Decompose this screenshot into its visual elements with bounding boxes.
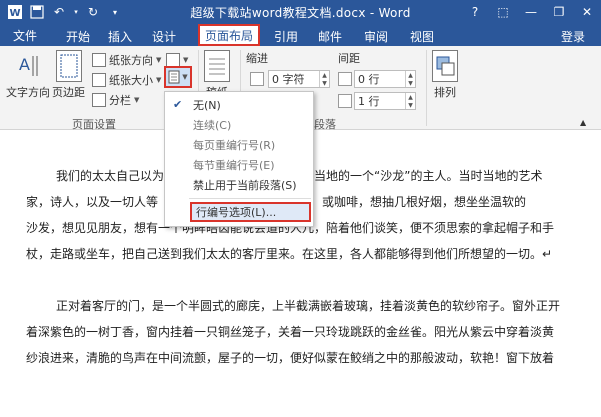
indent-label: 缩进	[246, 52, 268, 65]
spin-arrows[interactable]: ▲ ▼	[405, 93, 415, 109]
margins-icon	[55, 50, 82, 82]
columns-button[interactable]: 分栏 ▼	[92, 92, 139, 108]
line-numbering-options-item[interactable]: 行编号选项(L)...	[190, 202, 311, 222]
menu-item-label: 无(N)	[193, 99, 221, 112]
window-controls: ? ⬚ — ❐ ✕	[461, 0, 601, 24]
tab-file[interactable]: 文件	[0, 24, 50, 46]
menu-item-restart-each-section: 每节重编行号(E)	[165, 156, 313, 174]
paper-size-icon	[92, 73, 106, 87]
tab-review[interactable]: 审阅	[358, 26, 394, 46]
close-button[interactable]: ✕	[573, 0, 601, 24]
menu-divider	[189, 198, 311, 199]
orientation-label: 纸张方向	[109, 54, 153, 67]
spacing-label: 间距	[338, 52, 360, 65]
breaks-icon	[166, 53, 180, 67]
tab-home[interactable]: 开始	[60, 26, 96, 46]
chevron-down-icon: ▼	[134, 96, 140, 104]
chevron-down-icon: ▼	[182, 73, 188, 81]
indent-left-field[interactable]: 0 字符 ▲ ▼	[268, 70, 330, 88]
tab-mailings[interactable]: 邮件	[312, 26, 348, 46]
text-direction-button[interactable]: A 文字方向	[6, 50, 50, 100]
margins-button[interactable]: 页边距	[52, 50, 85, 100]
tab-view[interactable]: 视图	[404, 26, 440, 46]
menu-item-label: 每节重编行号(E)	[193, 159, 275, 172]
doc-line: 着深紫色的一树丁香，窗内挂着一只铜丝笼子，关着一只玲珑跳跃的金丝雀。阳光从紫云中…	[26, 325, 555, 339]
paragraph-1: 我们的太太自己以为 时当地的一个“沙龙”的主人。当时当地的艺术 家，诗人，以及一切…	[26, 163, 586, 267]
group-divider	[426, 50, 427, 126]
text-direction-label: 文字方向	[6, 86, 50, 99]
chevron-down-icon: ▼	[183, 56, 189, 64]
line-numbers-menu: ✔ 无(N) 连续(C) 每页重编行号(R) 每节重编行号(E) 禁止用于当前段…	[164, 91, 314, 227]
restore-button[interactable]: ❐	[545, 0, 573, 24]
paragraph-group-label: 段落	[314, 118, 336, 131]
login-link[interactable]: 登录	[561, 28, 585, 45]
menu-item-none[interactable]: ✔ 无(N)	[165, 96, 313, 114]
menu-item-continuous: 连续(C)	[165, 116, 313, 134]
tab-page-layout[interactable]: 页面布局	[198, 24, 260, 46]
svg-text:A: A	[19, 55, 30, 74]
paragraph-2: 正对着客厅的门，是一个半圆式的廊庑，上半截满嵌着玻璃，挂着淡黄色的软纱帘子。窗外…	[26, 293, 586, 371]
tab-references[interactable]: 引用	[268, 26, 304, 46]
text-direction-icon: A	[15, 50, 41, 82]
menu-item-label: 禁止用于当前段落(S)	[193, 179, 297, 192]
size-label: 纸张大小	[109, 74, 153, 87]
spacing-before-icon	[338, 72, 352, 86]
spacing-after-field[interactable]: 1 行 ▲ ▼	[354, 92, 416, 110]
size-button[interactable]: 纸张大小 ▼	[92, 72, 161, 88]
ribbon-tabs: 文件 开始 插入 设计 页面布局 引用 邮件 审阅 视图 登录	[0, 24, 601, 46]
indent-left-value: 0 字符	[272, 73, 305, 86]
check-icon: ✔	[173, 98, 183, 111]
help-icon[interactable]: ?	[461, 0, 489, 24]
doc-line: 杖，走路或坐车，把自己送到我们太太的客厅里来。在这里，各人都能够得到他们所想望的…	[26, 247, 553, 261]
spacing-before-field[interactable]: 0 行 ▲ ▼	[354, 70, 416, 88]
margins-label: 页边距	[52, 86, 85, 99]
doc-line: 纱浪进来，清脆的鸟声在中间流颤，屋子的一切，便好似蒙在鲛绡之中的那般波动，软艳！…	[26, 351, 555, 365]
menu-item-label: 连续(C)	[193, 119, 232, 132]
indent-left-icon	[250, 72, 264, 86]
chevron-down-icon: ▼	[156, 56, 162, 64]
tab-insert[interactable]: 插入	[102, 26, 138, 46]
spacing-after-value: 1 行	[358, 95, 380, 108]
menu-item-restart-each-page: 每页重编行号(R)	[165, 136, 313, 154]
ribbon-display-icon[interactable]: ⬚	[489, 0, 517, 24]
chevron-up-icon: ▲	[580, 117, 587, 127]
title-bar: W ↶ ▾ ↻ ▾ 超级下载站word教程文档.docx - Word ? ⬚ …	[0, 0, 601, 24]
doc-line: 我们的太太自己以为 时当地的一个“沙龙”的主人。当时当地的艺术	[56, 169, 543, 183]
spin-arrows[interactable]: ▲ ▼	[319, 71, 329, 87]
columns-icon	[92, 93, 106, 107]
orientation-button[interactable]: 纸张方向 ▼	[92, 52, 161, 68]
minimize-button[interactable]: —	[517, 0, 545, 24]
chevron-down-icon: ▼	[156, 76, 162, 84]
doc-line: 正对着客厅的门，是一个半圆式的廊庑，上半截满嵌着玻璃，挂着淡黄色的软纱帘子。窗外…	[56, 299, 561, 313]
columns-label: 分栏	[109, 94, 131, 107]
spin-arrows[interactable]: ▲ ▼	[405, 71, 415, 87]
orientation-icon	[92, 53, 106, 67]
line-numbers-button[interactable]: ▼	[164, 66, 192, 88]
tab-design[interactable]: 设计	[144, 26, 184, 46]
menu-item-label: 每页重编行号(R)	[193, 139, 276, 152]
page-setup-group-label: 页面设置	[72, 118, 116, 131]
manuscript-icon	[204, 50, 230, 82]
spacing-after-icon	[338, 94, 352, 108]
spacing-before-value: 0 行	[358, 73, 380, 86]
collapse-ribbon-button[interactable]: ▲	[580, 114, 586, 130]
line-numbers-icon	[168, 70, 180, 84]
arrange-button[interactable]: 排列	[432, 50, 458, 100]
arrange-icon	[432, 50, 458, 82]
menu-item-suppress-paragraph[interactable]: 禁止用于当前段落(S)	[165, 176, 313, 194]
arrange-label: 排列	[434, 86, 456, 99]
